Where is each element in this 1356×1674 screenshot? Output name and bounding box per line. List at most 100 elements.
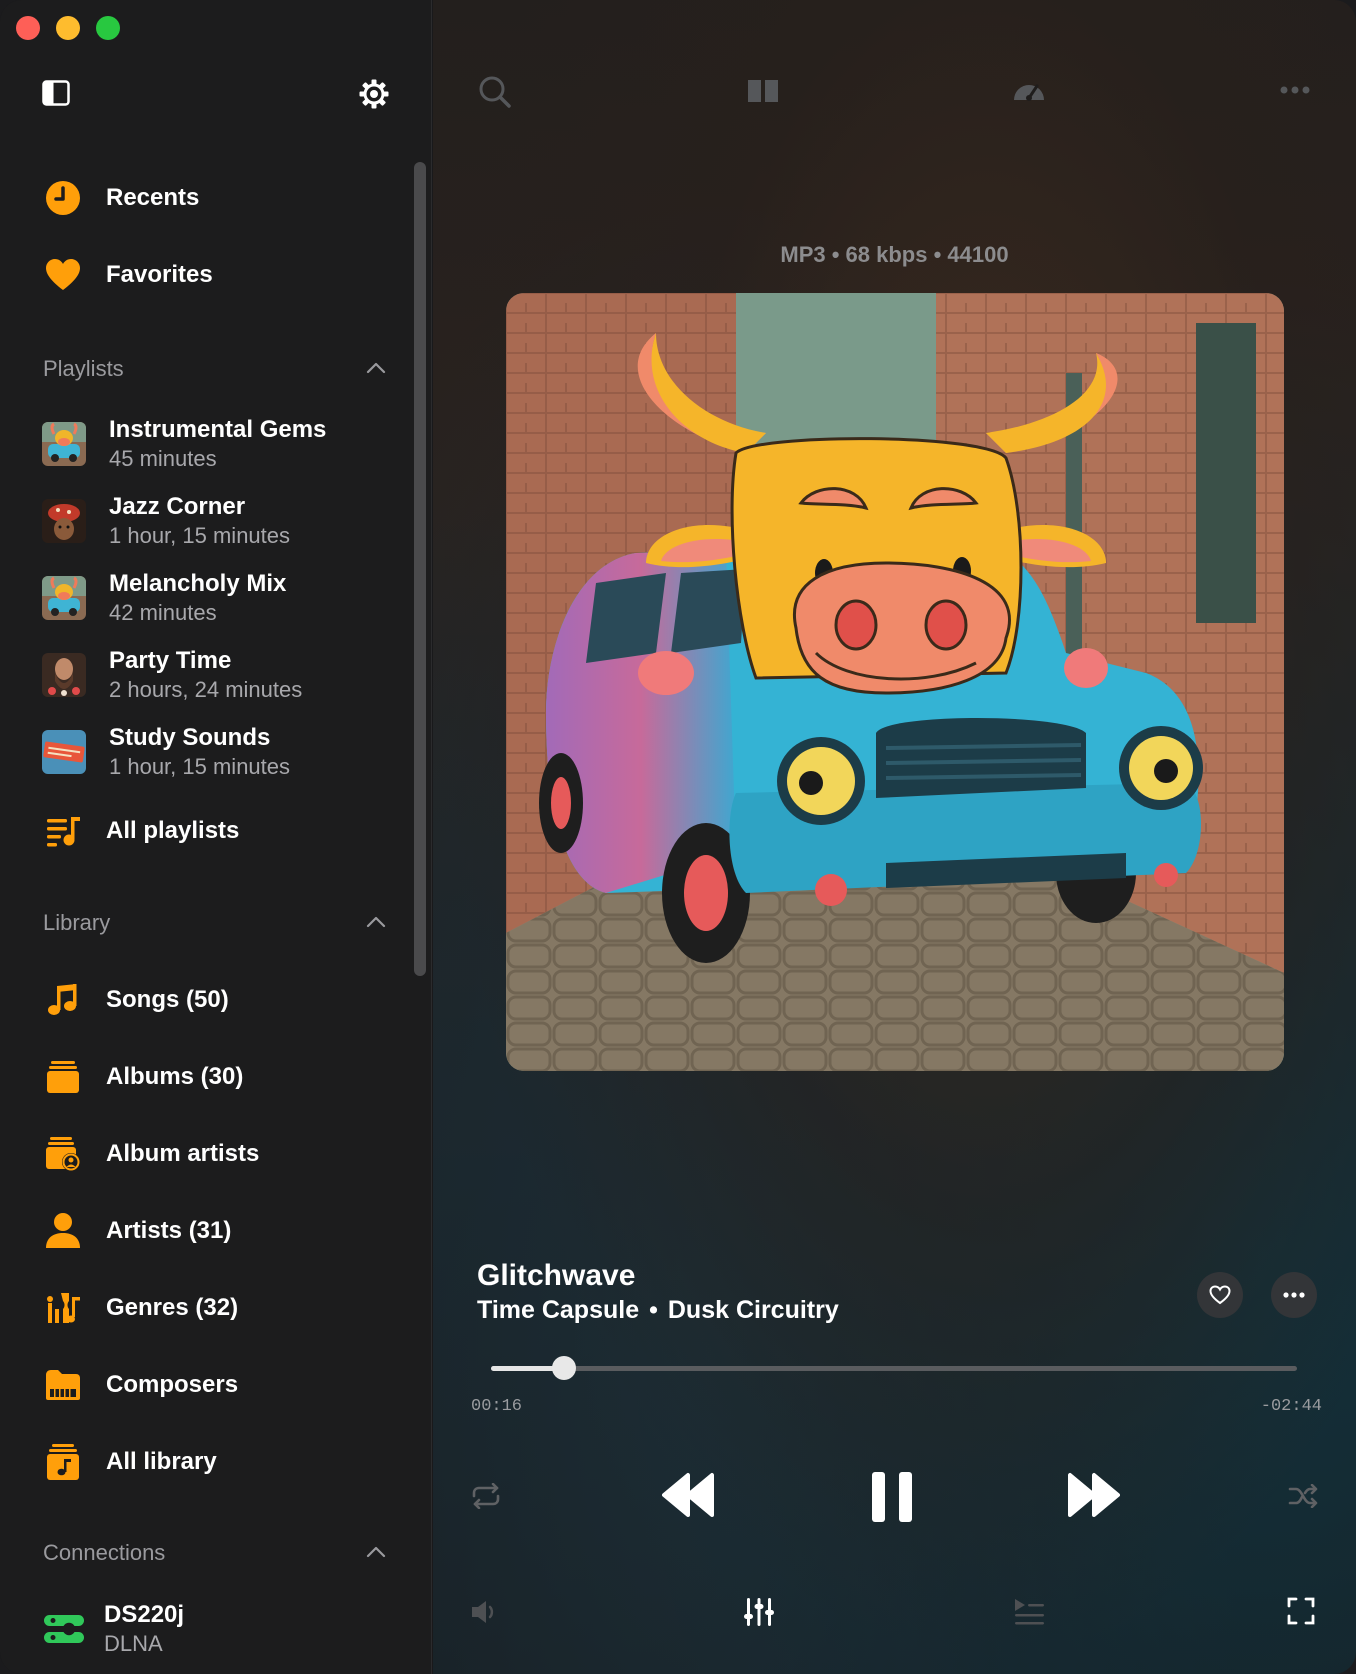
audio-format-info: MP3 • 68 kbps • 44100 xyxy=(780,242,1009,267)
sidebar-item-genres[interactable]: Genres (32) xyxy=(42,1287,238,1329)
playlist-name: Jazz Corner xyxy=(109,493,246,520)
playlist-artwork xyxy=(42,576,86,620)
playlists-section-title: Playlists xyxy=(43,356,124,381)
fast-forward-icon xyxy=(1068,1473,1120,1517)
fullscreen-button[interactable] xyxy=(1285,1595,1317,1627)
piano-folder-icon xyxy=(42,1364,84,1406)
sidebar-item-label: All playlists xyxy=(106,817,240,844)
playlist-item-study-sounds[interactable]: Study Sounds 1 hour, 15 minutes xyxy=(42,723,290,781)
chevron-up-icon[interactable] xyxy=(366,362,386,374)
equalizer-button[interactable] xyxy=(741,1594,777,1630)
album-name[interactable]: Time Capsule xyxy=(477,1296,639,1325)
sidebar: Recents Favorites Playlists Instrumental… xyxy=(0,0,432,1674)
sidebar-toggle-icon[interactable] xyxy=(42,80,70,106)
equalizer-icon xyxy=(744,1598,774,1626)
playlist-name: Study Sounds xyxy=(109,724,271,751)
playlist-duration: 42 minutes xyxy=(109,600,217,625)
playlist-duration: 45 minutes xyxy=(109,446,217,471)
gear-icon[interactable] xyxy=(358,78,390,110)
genres-icon xyxy=(42,1287,84,1329)
fullscreen-icon xyxy=(1287,1597,1315,1625)
sidebar-item-all-playlists[interactable]: All playlists xyxy=(42,810,239,852)
zoom-window-button[interactable] xyxy=(96,16,120,40)
repeat-icon xyxy=(472,1483,500,1509)
previous-track-button[interactable] xyxy=(661,1470,717,1520)
search-icon[interactable] xyxy=(477,74,513,110)
playlist-artwork xyxy=(42,730,86,774)
sidebar-item-all-library[interactable]: All library xyxy=(42,1441,217,1483)
connection-name: DS220j xyxy=(104,1601,185,1628)
remaining-time: -02:44 xyxy=(1260,1397,1322,1416)
sidebar-item-label: Genres (32) xyxy=(106,1294,239,1321)
song-title: Glitchwave xyxy=(477,1259,636,1292)
sidebar-item-label: All library xyxy=(106,1448,217,1475)
connection-item-ds220j[interactable]: DS220j DLNA xyxy=(42,1600,184,1658)
playlist-name: Party Time xyxy=(109,647,232,674)
chevron-up-icon[interactable] xyxy=(366,1546,386,1558)
progress-knob[interactable] xyxy=(551,1356,576,1380)
pause-button[interactable] xyxy=(869,1470,915,1524)
song-more-button[interactable] xyxy=(1271,1272,1317,1318)
now-playing-panel: MP3 • 68 kbps • 44100 Glitchwave Time Ca… xyxy=(433,0,1356,1674)
sidebar-item-recents[interactable]: Recents xyxy=(42,177,199,219)
playlist-item-melancholy-mix[interactable]: Melancholy Mix 42 minutes xyxy=(42,569,286,627)
playlist-icon xyxy=(42,810,84,852)
playlist-artwork xyxy=(42,499,86,543)
app-window: Recents Favorites Playlists Instrumental… xyxy=(0,0,1356,1674)
connection-type: DLNA xyxy=(104,1631,163,1656)
next-track-button[interactable] xyxy=(1065,1470,1121,1520)
album-stack-icon xyxy=(42,1056,84,1098)
ellipsis-icon xyxy=(1283,1292,1305,1298)
sidebar-item-label: Recents xyxy=(106,184,200,211)
favorite-button[interactable] xyxy=(1197,1272,1243,1318)
speaker-icon xyxy=(472,1601,494,1623)
queue-icon xyxy=(1015,1599,1044,1625)
more-options-icon[interactable] xyxy=(1277,74,1313,110)
library-icon xyxy=(42,1441,84,1483)
sidebar-item-label: Favorites xyxy=(106,261,213,288)
playlist-duration: 1 hour, 15 minutes xyxy=(109,523,291,548)
playlist-duration: 2 hours, 24 minutes xyxy=(109,677,303,702)
playlist-artwork xyxy=(42,422,86,466)
separator: • xyxy=(649,1296,658,1324)
playlist-item-instrumental-gems[interactable]: Instrumental Gems 45 minutes xyxy=(42,415,326,473)
close-window-button[interactable] xyxy=(16,16,40,40)
speedometer-icon[interactable] xyxy=(1011,74,1047,110)
minimize-window-button[interactable] xyxy=(56,16,80,40)
sidebar-item-albums[interactable]: Albums (30) xyxy=(42,1056,243,1098)
song-subtitle: Time Capsule • Dusk Circuitry xyxy=(477,1296,839,1325)
sidebar-scrollbar[interactable] xyxy=(414,162,426,976)
shuffle-button[interactable] xyxy=(1286,1479,1320,1513)
sidebar-item-label: Artists (31) xyxy=(106,1217,232,1244)
sidebar-item-label: Songs (50) xyxy=(106,986,229,1013)
sidebar-item-album-artists[interactable]: Album artists xyxy=(42,1133,259,1175)
progress-slider[interactable] xyxy=(491,1356,1297,1380)
sidebar-item-composers[interactable]: Composers xyxy=(42,1364,238,1406)
playlist-duration: 1 hour, 15 minutes xyxy=(109,754,291,779)
sidebar-item-artists[interactable]: Artists (31) xyxy=(42,1210,231,1252)
album-artist-icon xyxy=(42,1133,84,1175)
elapsed-time: 00:16 xyxy=(471,1397,523,1416)
playlist-name: Melancholy Mix xyxy=(109,570,287,597)
queue-button[interactable] xyxy=(1011,1594,1047,1628)
chevron-up-icon[interactable] xyxy=(366,916,386,928)
volume-button[interactable] xyxy=(468,1596,500,1628)
sidebar-item-songs[interactable]: Songs (50) xyxy=(42,979,229,1021)
window-controls xyxy=(16,16,120,40)
artist-name[interactable]: Dusk Circuitry xyxy=(668,1296,839,1325)
sidebar-item-label: Composers xyxy=(106,1371,239,1398)
playlist-item-jazz-corner[interactable]: Jazz Corner 1 hour, 15 minutes xyxy=(42,492,290,550)
sidebar-item-label: Album artists xyxy=(106,1140,260,1167)
network-server-icon xyxy=(42,1607,86,1651)
connections-section-title: Connections xyxy=(43,1540,166,1565)
repeat-button[interactable] xyxy=(469,1479,503,1513)
heart-outline-icon xyxy=(1209,1285,1231,1305)
book-icon[interactable] xyxy=(745,74,781,110)
library-section-title: Library xyxy=(43,910,111,935)
shuffle-icon xyxy=(1288,1484,1318,1508)
sidebar-item-favorites[interactable]: Favorites xyxy=(42,254,213,296)
person-icon xyxy=(42,1210,84,1252)
rewind-icon xyxy=(662,1473,714,1517)
sidebar-item-label: Albums (30) xyxy=(106,1063,244,1090)
playlist-item-party-time[interactable]: Party Time 2 hours, 24 minutes xyxy=(42,646,302,704)
